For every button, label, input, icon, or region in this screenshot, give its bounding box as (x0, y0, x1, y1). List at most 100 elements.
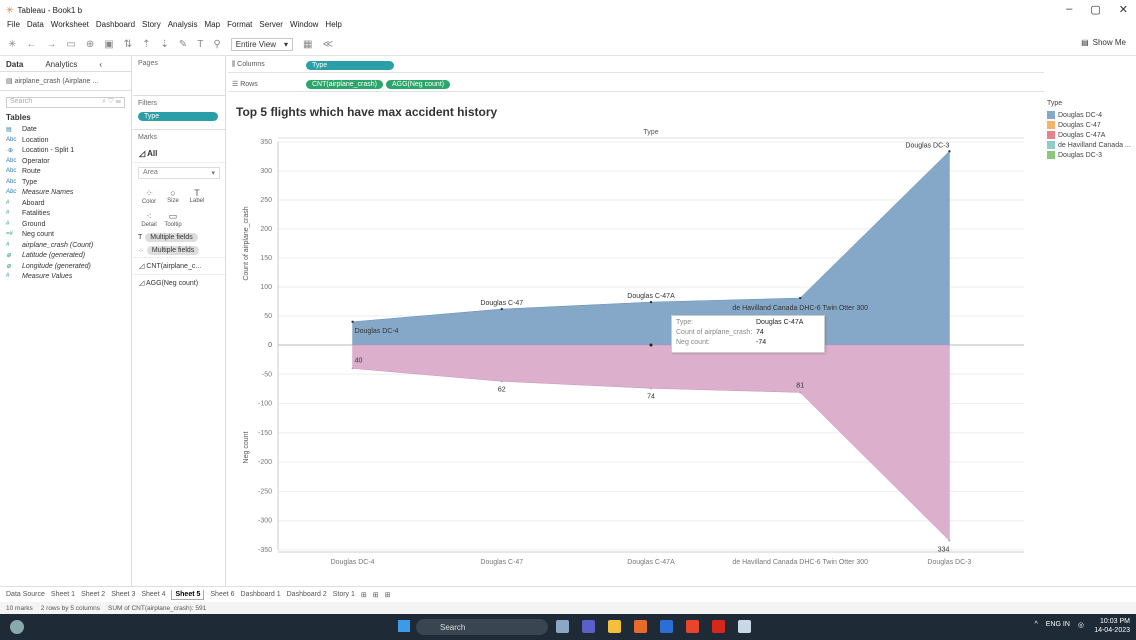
sheet-tab[interactable]: Sheet 2 (81, 591, 105, 598)
mark-field-color[interactable]: ⁘ Multiple fields (133, 244, 225, 257)
datasource-item[interactable]: ▤ airplane_crash (Airplane ... (0, 72, 131, 91)
save-icon[interactable]: ▭ (66, 39, 75, 50)
detail-button[interactable]: ⁖ Detail (138, 208, 160, 229)
menu-item-data[interactable]: Data (27, 20, 44, 33)
legend-item[interactable]: Douglas DC-4 (1047, 110, 1136, 120)
rows-shelf[interactable]: ☰ Rows CNT(airplane_crash) AGG(Neg count… (228, 77, 1044, 92)
new-sheet-icon[interactable]: ▣ (104, 39, 113, 50)
field-item[interactable]: ·⊕ Location - Split 1 (0, 146, 131, 157)
teams-icon[interactable] (582, 620, 595, 633)
menu-item-dashboard[interactable]: Dashboard (96, 20, 135, 33)
new-dashboard-icon[interactable]: ⊞ (373, 591, 379, 599)
chevron-up-icon[interactable]: ^ (1034, 621, 1037, 629)
swap-icon[interactable]: ⇅ (124, 39, 132, 50)
sheet-tab[interactable]: Data Source (6, 591, 45, 598)
mark-type-dropdown[interactable]: Area ▾ (138, 167, 220, 179)
pages-shelf[interactable]: Pages (133, 56, 225, 96)
field-item[interactable]: # Aboard (0, 199, 131, 210)
forward-icon[interactable]: → (46, 39, 56, 50)
sheet-tab[interactable]: Sheet 6 (210, 591, 234, 598)
wps-icon[interactable] (712, 620, 725, 633)
legend-item[interactable]: Douglas C-47 (1047, 120, 1136, 130)
back-icon[interactable]: ← (26, 39, 36, 50)
menu-item-map[interactable]: Map (205, 20, 221, 33)
app-icon[interactable] (660, 620, 673, 633)
size-button[interactable]: ○ Size (162, 185, 184, 206)
field-item[interactable]: Abc Type (0, 178, 131, 189)
sort-desc-icon[interactable]: ⇣ (160, 39, 168, 50)
area-chart[interactable]: Type0501001502002503003500-50-100-150-20… (228, 120, 1044, 585)
field-item[interactable]: Abc Operator (0, 157, 131, 168)
label-button[interactable]: T Label (186, 185, 208, 206)
rows-pill-neg[interactable]: AGG(Neg count) (385, 79, 451, 89)
new-datasource-icon[interactable]: ⊕ (86, 39, 94, 50)
explorer-icon[interactable] (608, 620, 621, 633)
field-item[interactable]: ▤ Date (0, 125, 131, 136)
collapse-icon[interactable]: ‹ (99, 60, 102, 69)
legend-item[interactable]: Douglas DC-3 (1047, 150, 1136, 160)
menu-item-window[interactable]: Window (290, 20, 318, 33)
menu-item-help[interactable]: Help (325, 20, 341, 33)
mark-field-label[interactable]: T Multiple fields (133, 231, 225, 244)
mark-card-neg[interactable]: ◿ AGG(Neg count) (133, 274, 225, 291)
rows-pill-count[interactable]: CNT(airplane_crash) (306, 79, 383, 89)
new-story-icon[interactable]: ⊞ (385, 591, 391, 599)
menu-item-worksheet[interactable]: Worksheet (51, 20, 89, 33)
maximize-button[interactable]: ▢ (1090, 3, 1100, 16)
tooltip-button[interactable]: ▭ Tooltip (162, 208, 184, 229)
columns-shelf[interactable]: ⫼ Columns Type (228, 58, 1044, 73)
chrome-icon[interactable] (686, 620, 699, 633)
taskbar-search[interactable]: Search (416, 619, 548, 635)
sheet-tab[interactable]: Dashboard 1 (241, 591, 281, 598)
field-item[interactable]: Abc Route (0, 167, 131, 178)
wifi-icon[interactable]: ◎ (1078, 621, 1084, 629)
sheet-tab[interactable]: Sheet 5 (171, 589, 205, 600)
menu-item-story[interactable]: Story (142, 20, 161, 33)
fit-dropdown[interactable]: Entire View ▾ (230, 38, 294, 51)
field-item[interactable]: Abc Measure Names (0, 188, 131, 199)
tab-analytics[interactable]: Analytics (45, 60, 77, 69)
windows-start-icon[interactable] (398, 620, 410, 632)
field-item[interactable]: # Measure Values (0, 272, 131, 283)
settings-icon[interactable] (634, 620, 647, 633)
columns-pill-type[interactable]: Type (306, 60, 394, 70)
weather-icon[interactable] (10, 620, 24, 634)
sort-asc-icon[interactable]: ⇡ (142, 39, 150, 50)
sheet-tab[interactable]: Sheet 4 (141, 591, 165, 598)
field-item[interactable]: ⊕ Longitude (generated) (0, 262, 131, 273)
menu-item-format[interactable]: Format (227, 20, 252, 33)
tableau-taskbar-icon[interactable] (738, 620, 751, 633)
sheet-tab[interactable]: Sheet 3 (111, 591, 135, 598)
highlight-icon[interactable]: ✎ (179, 39, 187, 50)
color-button[interactable]: ⁘ Color (138, 185, 160, 206)
field-item[interactable]: ⊕ Latitude (generated) (0, 251, 131, 262)
field-item[interactable]: # airplane_crash (Count) (0, 241, 131, 252)
sheet-tab[interactable]: Sheet 1 (51, 591, 75, 598)
search-input[interactable]: Search ⌕ ▽ ☰ (6, 97, 125, 108)
legend-item[interactable]: de Havilland Canada ... (1047, 140, 1136, 150)
share-icon[interactable]: ≪ (322, 39, 332, 50)
field-item[interactable]: # Ground (0, 220, 131, 231)
sheet-tab[interactable]: Dashboard 2 (287, 591, 327, 598)
new-sheet-icon[interactable]: ⊞ (361, 591, 367, 599)
tableau-icon[interactable]: ✳ (8, 39, 16, 50)
label-icon[interactable]: T (197, 39, 203, 50)
sheet-tab[interactable]: Story 1 (333, 591, 355, 598)
menu-item-file[interactable]: File (7, 20, 20, 33)
menu-item-server[interactable]: Server (259, 20, 283, 33)
clock[interactable]: 10:03 PM 14-04-2023 (1094, 617, 1130, 635)
filter-pill-type[interactable]: Type (138, 112, 218, 121)
tab-data[interactable]: Data (6, 60, 23, 69)
app-icon[interactable] (556, 620, 569, 633)
field-item[interactable]: Abc Location (0, 136, 131, 147)
presentation-icon[interactable]: ▦ (303, 39, 312, 50)
marks-all[interactable]: ◿ All (133, 145, 225, 163)
lang-indicator[interactable]: ENG IN (1046, 621, 1070, 629)
legend-item[interactable]: Douglas C-47A (1047, 130, 1136, 140)
pin-icon[interactable]: ⚲ (213, 39, 220, 50)
show-me-button[interactable]: ▤ Show Me (1081, 38, 1126, 47)
field-item[interactable]: # Fatalities (0, 209, 131, 220)
field-item[interactable]: =# Neg count (0, 230, 131, 241)
mark-card-cnt[interactable]: ◿ CNT(airplane_c... (133, 257, 225, 274)
minimize-button[interactable]: – (1066, 3, 1072, 16)
